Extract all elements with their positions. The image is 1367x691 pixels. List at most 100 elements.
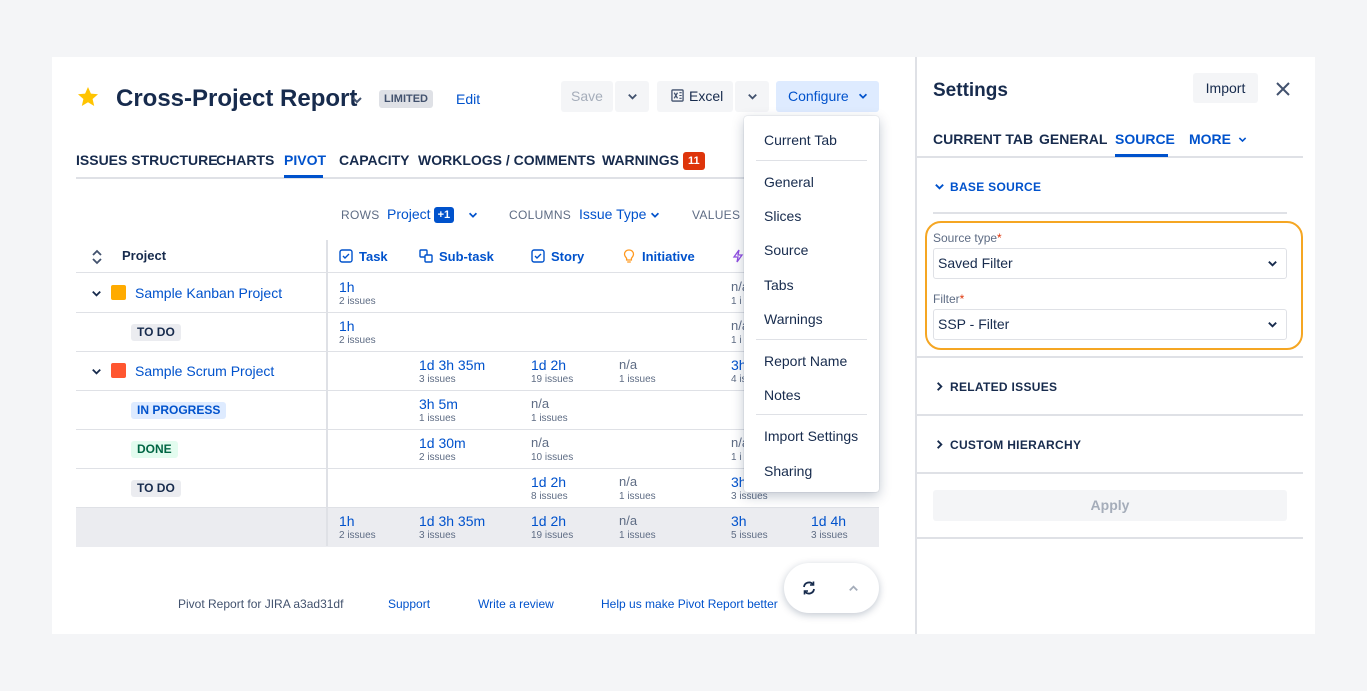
chevron-down-icon[interactable] bbox=[934, 181, 945, 192]
table-cell[interactable]: 1d 2h 19 issues bbox=[531, 356, 573, 386]
subtask-icon bbox=[419, 249, 433, 263]
chevron-down-icon[interactable] bbox=[649, 209, 661, 221]
menu-item-slices[interactable]: Slices bbox=[764, 208, 801, 224]
project-avatar-icon bbox=[111, 285, 126, 300]
chevron-down-icon[interactable] bbox=[90, 287, 103, 300]
columns-selector[interactable]: Issue Type bbox=[579, 206, 646, 222]
column-header-initiative[interactable]: Initiative bbox=[622, 249, 695, 264]
cell-value: n/a bbox=[619, 513, 638, 528]
table-cell[interactable]: n/a 1 issues bbox=[619, 512, 656, 542]
tab-pivot[interactable]: PIVOT bbox=[284, 152, 326, 168]
rows-extra-badge: +1 bbox=[433, 207, 455, 223]
save-dropdown-button[interactable] bbox=[615, 81, 649, 112]
menu-item-import-settings[interactable]: Import Settings bbox=[764, 428, 858, 444]
tab-issues-structure[interactable]: ISSUES STRUCTURE bbox=[76, 152, 218, 168]
excel-button[interactable]: Excel bbox=[657, 81, 733, 112]
configure-button[interactable]: Configure bbox=[776, 81, 879, 112]
cell-issue-count: 3 issues bbox=[419, 530, 456, 541]
project-name[interactable]: Sample Kanban Project bbox=[135, 285, 282, 301]
table-cell[interactable]: 3h 5m 1 issues bbox=[419, 395, 458, 425]
filter-select[interactable]: SSP - Filter bbox=[933, 309, 1287, 340]
status-badge: IN PROGRESS bbox=[131, 402, 227, 419]
source-type-select[interactable]: Saved Filter bbox=[933, 248, 1287, 279]
chevron-right-icon[interactable] bbox=[934, 439, 945, 450]
menu-item-sharing[interactable]: Sharing bbox=[764, 463, 812, 479]
menu-divider bbox=[756, 160, 867, 161]
menu-item-report-name[interactable]: Report Name bbox=[764, 353, 847, 369]
refresh-icon[interactable] bbox=[801, 580, 817, 596]
cell-value: 1h bbox=[339, 513, 355, 529]
table-cell[interactable]: n/a 10 issues bbox=[531, 434, 573, 464]
section-divider bbox=[933, 212, 1287, 214]
save-button[interactable]: Save bbox=[561, 81, 613, 112]
total-row: 1h 2 issues 1d 3h 35m 3 issues 1d 2h 19 issue… bbox=[76, 508, 879, 547]
settings-tab-source[interactable]: SOURCE bbox=[1115, 131, 1175, 147]
tab-capacity[interactable]: CAPACITY bbox=[339, 152, 410, 168]
chevron-down-icon bbox=[1268, 261, 1277, 267]
chevron-right-icon[interactable] bbox=[934, 381, 945, 392]
table-cell[interactable]: 1d 4h 3 issues bbox=[811, 512, 848, 542]
chevron-down-icon[interactable] bbox=[350, 93, 364, 107]
required-marker: * bbox=[959, 292, 965, 306]
menu-item-notes[interactable]: Notes bbox=[764, 387, 801, 403]
table-cell[interactable]: 1d 3h 35m 3 issues bbox=[419, 512, 485, 542]
settings-tab-current-tab[interactable]: CURRENT TAB bbox=[933, 131, 1033, 147]
rows-selector[interactable]: Project +1 bbox=[387, 206, 455, 223]
base-source-section[interactable]: BASE SOURCE bbox=[950, 180, 1041, 194]
table-cell[interactable]: n/a 1 issues bbox=[619, 473, 656, 503]
tab-warnings-label: WARNINGS bbox=[602, 152, 679, 168]
settings-tab-more[interactable]: MORE bbox=[1189, 131, 1248, 147]
support-link[interactable]: Support bbox=[388, 597, 430, 611]
source-type-value: Saved Filter bbox=[938, 255, 1013, 271]
table-cell[interactable]: 1d 3h 35m 3 issues bbox=[419, 356, 485, 386]
table-cell[interactable]: n/a 1 issues bbox=[531, 395, 568, 425]
star-icon[interactable] bbox=[76, 85, 100, 109]
apply-button[interactable]: Apply bbox=[933, 490, 1287, 521]
section-divider bbox=[917, 356, 1303, 358]
table-cell[interactable]: 1h 2 issues bbox=[339, 317, 376, 347]
custom-hierarchy-section[interactable]: CUSTOM HIERARCHY bbox=[950, 438, 1081, 452]
excel-dropdown-button[interactable] bbox=[735, 81, 769, 112]
table-cell[interactable]: 3h 5 issues bbox=[731, 512, 768, 542]
table-cell[interactable]: 1d 2h 19 issues bbox=[531, 512, 573, 542]
close-icon[interactable] bbox=[1275, 81, 1291, 97]
sort-icon[interactable] bbox=[90, 249, 104, 265]
write-review-link[interactable]: Write a review bbox=[478, 597, 554, 611]
table-cell[interactable]: 1d 30m 2 issues bbox=[419, 434, 466, 464]
menu-item-warnings[interactable]: Warnings bbox=[764, 311, 823, 327]
table-cell[interactable]: 1d 2h 8 issues bbox=[531, 473, 568, 503]
cell-value: 1d 3h 35m bbox=[419, 513, 486, 529]
cell-value: 1d 2h bbox=[531, 513, 567, 529]
menu-item-source[interactable]: Source bbox=[764, 242, 808, 258]
story-icon bbox=[531, 249, 545, 263]
edit-link[interactable]: Edit bbox=[456, 91, 480, 107]
feedback-link[interactable]: Help us make Pivot Report better bbox=[601, 597, 778, 611]
tab-worklogs-comments[interactable]: WORKLOGS / COMMENTS bbox=[418, 152, 595, 168]
related-issues-section[interactable]: RELATED ISSUES bbox=[950, 380, 1057, 394]
cell-issue-count: 19 issues bbox=[531, 374, 574, 385]
settings-tabs: CURRENT TAB GENERAL SOURCE MORE bbox=[917, 130, 1303, 158]
rows-label: ROWS bbox=[341, 208, 380, 222]
table-cell[interactable]: 1h 2 issues bbox=[339, 278, 376, 308]
settings-title: Settings bbox=[933, 80, 1008, 101]
import-button[interactable]: Import bbox=[1193, 73, 1258, 103]
menu-item-current-tab[interactable]: Current Tab bbox=[764, 132, 837, 148]
chevron-down-icon[interactable] bbox=[90, 365, 103, 378]
tab-charts[interactable]: CHARTS bbox=[216, 152, 274, 168]
settings-tab-general[interactable]: GENERAL bbox=[1039, 131, 1107, 147]
chevron-down-icon bbox=[858, 93, 867, 99]
column-header-task[interactable]: Task bbox=[339, 249, 388, 264]
tab-warnings[interactable]: WARNINGS 11 bbox=[602, 152, 705, 170]
configure-label: Configure bbox=[788, 88, 849, 104]
project-name[interactable]: Sample Scrum Project bbox=[135, 363, 274, 379]
column-header-story[interactable]: Story bbox=[531, 249, 584, 264]
table-cell[interactable]: n/a 1 issues bbox=[619, 356, 656, 386]
table-cell[interactable]: 1h 2 issues bbox=[339, 512, 376, 542]
menu-item-tabs[interactable]: Tabs bbox=[764, 277, 794, 293]
active-tab-indicator bbox=[1115, 154, 1168, 157]
column-header-subtask[interactable]: Sub-task bbox=[419, 249, 494, 264]
chevron-up-icon[interactable] bbox=[847, 582, 860, 595]
checkbox-icon bbox=[339, 249, 353, 263]
chevron-down-icon[interactable] bbox=[467, 209, 479, 221]
menu-item-general[interactable]: General bbox=[764, 174, 814, 190]
